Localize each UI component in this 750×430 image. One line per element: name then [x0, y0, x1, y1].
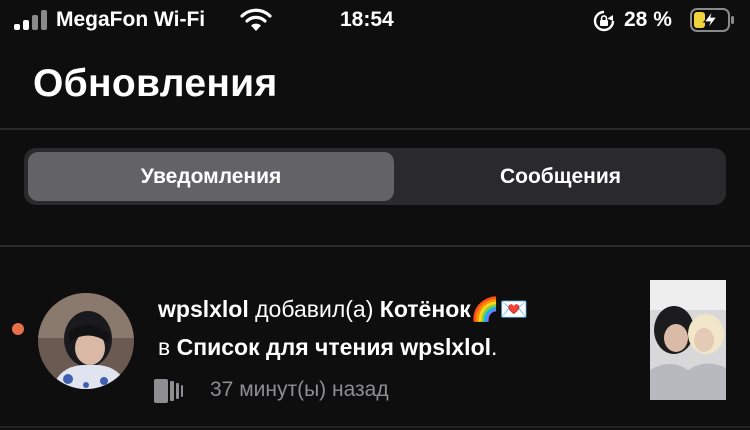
battery-charging-icon	[690, 8, 734, 32]
carrier-label: MegaFon Wi-Fi	[56, 8, 206, 31]
username-link[interactable]: wpslxlol	[158, 296, 249, 322]
segmented-control: Уведомления Сообщения	[24, 148, 726, 205]
avatar[interactable]	[38, 293, 134, 389]
signal-icon	[14, 10, 50, 30]
tab-messages[interactable]: Сообщения	[399, 152, 722, 201]
reading-list-link[interactable]: Список для чтения wpslxlol	[177, 334, 491, 360]
reading-list-icon	[154, 379, 183, 403]
unread-indicator	[12, 323, 24, 335]
rotation-lock-icon	[593, 10, 615, 32]
notification-text: wpslxlol добавил(а) Котёнок🌈💌 в Список д…	[158, 290, 628, 366]
page-title: Обновления	[33, 62, 278, 105]
battery-percent: 28 %	[624, 8, 672, 31]
list-divider	[0, 426, 750, 428]
action-text: добавил(а)	[255, 296, 374, 322]
clock: 18:54	[340, 8, 394, 31]
section-divider	[0, 245, 750, 247]
period-text: .	[491, 334, 498, 360]
story-title-link[interactable]: Котёнок🌈💌	[380, 296, 528, 322]
preposition-text: в	[158, 334, 171, 360]
timestamp: 37 минут(ы) назад	[210, 378, 389, 401]
status-bar: MegaFon Wi-Fi 18:54 28 %	[0, 0, 750, 42]
wifi-icon	[240, 8, 272, 31]
story-cover-thumbnail[interactable]	[650, 280, 726, 400]
tab-notifications[interactable]: Уведомления	[28, 152, 394, 201]
header-divider	[0, 128, 750, 130]
